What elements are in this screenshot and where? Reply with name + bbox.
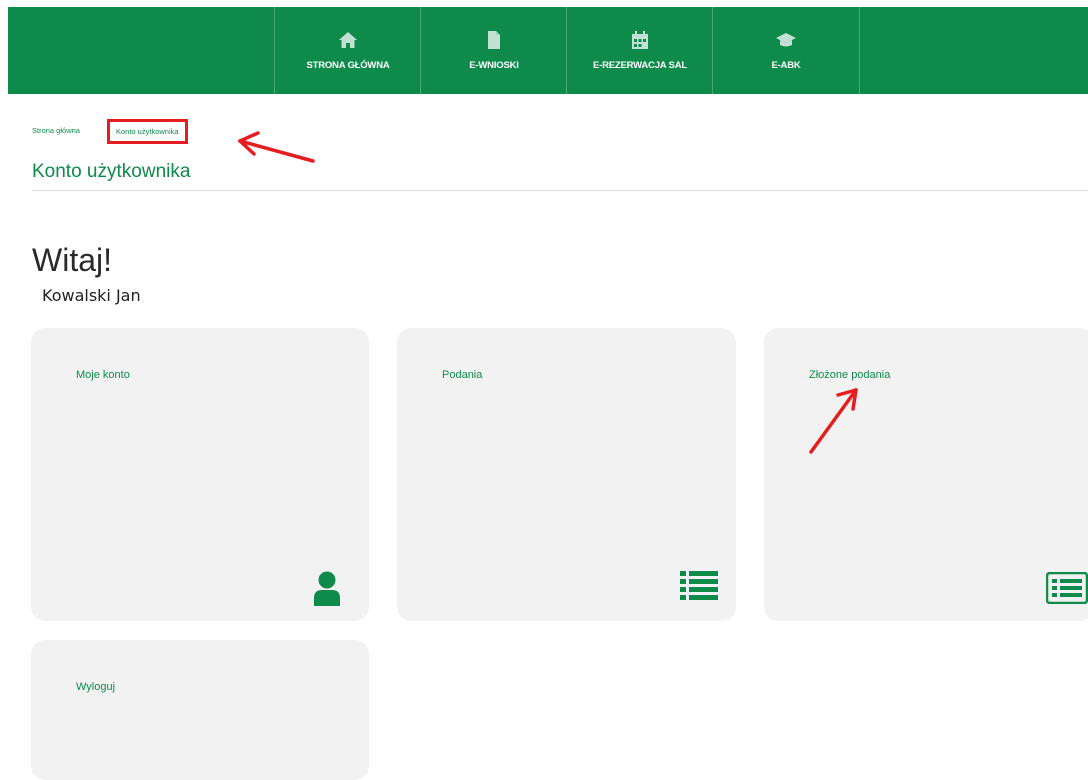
card-title: Wyloguj [76, 681, 116, 693]
card-logout[interactable]: Wyloguj [31, 640, 369, 780]
document-icon [488, 31, 500, 49]
card-title: Złożone podania [809, 369, 891, 381]
breadcrumb-current: Konto użytkownika [107, 119, 188, 144]
nav-item-e-wnioski[interactable]: E-WNIOSKI [420, 7, 567, 94]
nav-item-e-abk[interactable]: E-ABK [712, 7, 860, 94]
user-icon [314, 571, 340, 606]
card-title: Podania [442, 369, 483, 381]
list-alt-icon [1046, 572, 1088, 604]
user-name: Kowalski Jan [42, 286, 141, 305]
nav-item-label: E-ABK [771, 60, 801, 71]
breadcrumb-home-link[interactable]: Strona główna [32, 126, 80, 135]
graduation-cap-icon [776, 33, 796, 47]
annotation-arrow-breadcrumb [238, 131, 315, 163]
nav-item-label: E-REZERWACJA SAL [593, 60, 687, 71]
nav-item-label: E-WNIOSKI [469, 60, 519, 71]
breadcrumb: Strona główna Konto użytkownika [32, 119, 188, 144]
nav-item-e-rezerwacja-sal[interactable]: E-REZERWACJA SAL [566, 7, 713, 94]
list-icon [680, 571, 718, 600]
card-title: Moje konto [76, 369, 130, 381]
top-navigation-bar: STRONA GŁÓWNA E-WNIOSKI E-REZERWACJA SAL… [8, 7, 1088, 94]
card-my-account[interactable]: Moje konto [31, 328, 369, 621]
nav-item-home[interactable]: STRONA GŁÓWNA [274, 7, 421, 94]
home-icon [339, 32, 357, 48]
page-title: Konto użytkownika [32, 161, 191, 182]
welcome-heading: Witaj! [32, 242, 112, 278]
nav-item-label: STRONA GŁÓWNA [306, 60, 390, 71]
card-podania[interactable]: Podania [397, 328, 736, 621]
calendar-icon [632, 31, 648, 49]
divider [32, 190, 1088, 191]
card-submitted-applications[interactable]: Złożone podania [764, 328, 1088, 621]
